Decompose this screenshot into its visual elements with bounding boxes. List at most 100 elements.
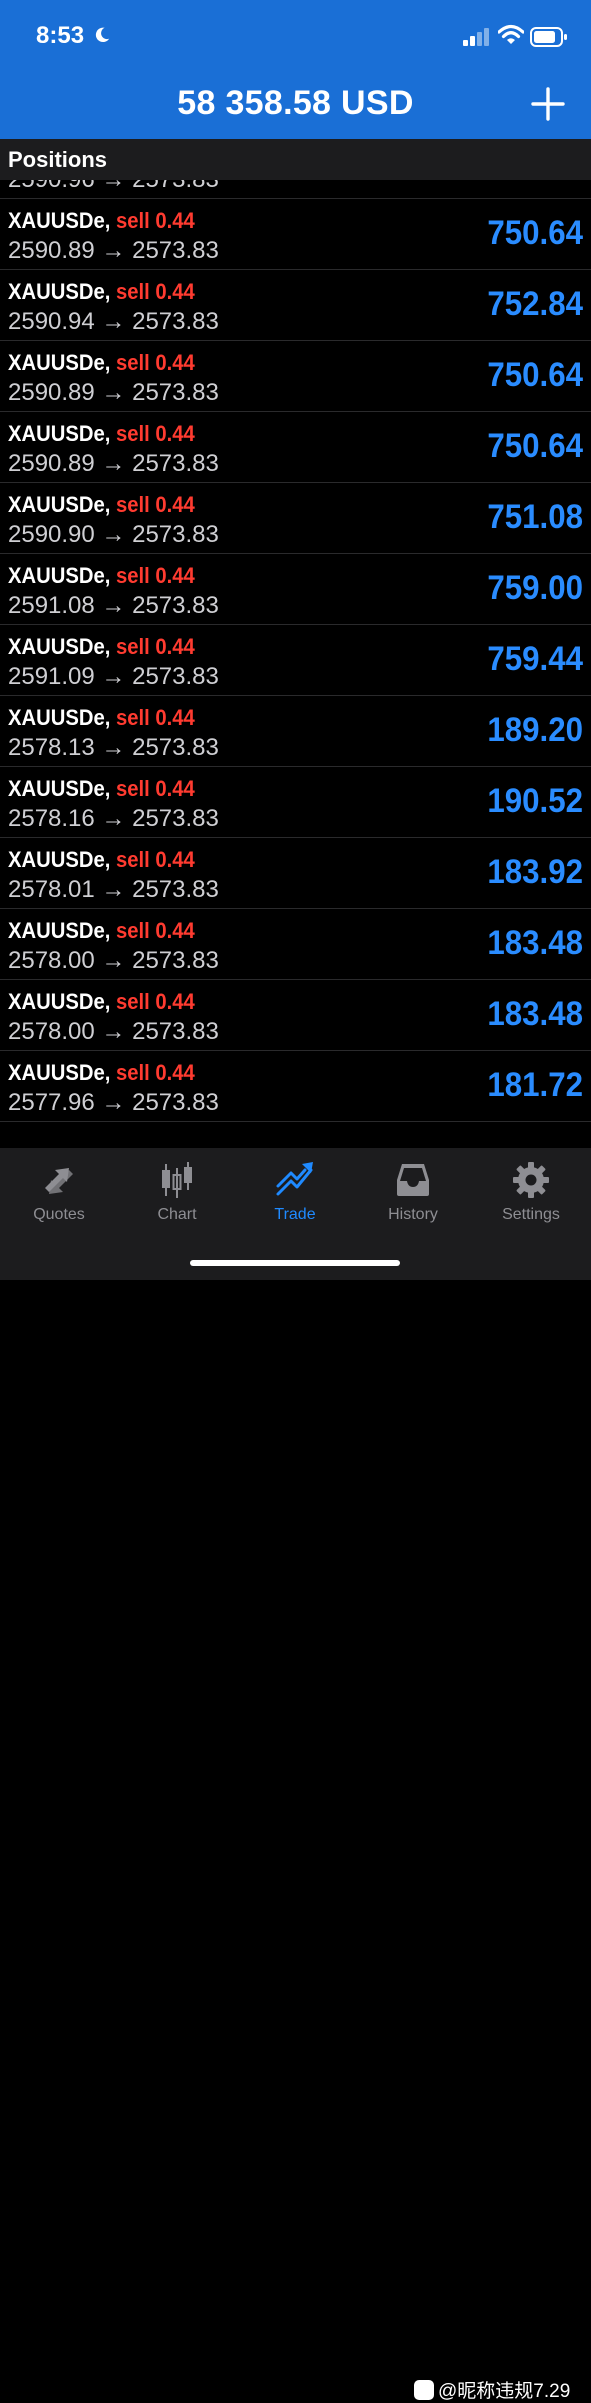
position-side: sell 0.44 <box>115 492 195 517</box>
position-symbol: XAUUSDe, <box>8 918 111 943</box>
position-symbol-line: XAUUSDe, sell 0.44 <box>8 705 195 731</box>
position-side: sell 0.44 <box>115 563 195 588</box>
position-side: sell 0.44 <box>115 989 195 1014</box>
position-prices: 2578.01 → 2573.83 <box>8 876 219 903</box>
watermark-logo-icon <box>414 2379 434 2400</box>
position-symbol-line: XAUUSDe, sell 0.44 <box>8 421 195 447</box>
position-profit: 751.08 <box>487 498 583 536</box>
position-profit: 753.72 <box>487 180 583 182</box>
history-icon <box>397 1164 429 1196</box>
position-prices: 2578.13 → 2573.83 <box>8 734 219 761</box>
position-symbol-line: XAUUSDe, sell 0.44 <box>8 989 195 1015</box>
position-symbol: XAUUSDe, <box>8 421 111 446</box>
position-symbol: XAUUSDe, <box>8 350 111 375</box>
chart-icon <box>162 1162 192 1198</box>
position-side: sell 0.44 <box>115 421 195 446</box>
position-profit: 752.84 <box>487 285 583 323</box>
position-symbol: XAUUSDe, <box>8 1060 111 1085</box>
moon-icon <box>95 27 110 43</box>
position-profit: 189.20 <box>487 711 583 749</box>
position-side: sell 0.44 <box>115 1060 195 1085</box>
position-row[interactable]: XAUUSDe, sell 0.44 2590.90 → 2573.83 751.0… <box>0 483 591 554</box>
watermark-text: @昵称违规7.29 <box>438 2381 571 2402</box>
position-row[interactable]: XAUUSDe, sell 0.44 2590.89 → 2573.83 750.6… <box>0 412 591 483</box>
position-symbol-line: XAUUSDe, sell 0.44 <box>8 776 195 802</box>
position-row[interactable]: XAUUSDe, sell 0.44 2590.89 → 2573.83 750.6… <box>0 341 591 412</box>
position-symbol-line: XAUUSDe, sell 0.44 <box>8 350 195 376</box>
position-profit: 183.48 <box>487 924 583 962</box>
position-prices: 2578.00 → 2573.83 <box>8 1018 219 1045</box>
quotes-icon <box>45 1168 73 1194</box>
position-symbol-line: XAUUSDe, sell 0.44 <box>8 847 195 873</box>
status-time: 8:53 <box>36 22 85 49</box>
position-side: sell 0.44 <box>115 705 195 730</box>
position-prices: 2591.09 → 2573.83 <box>8 663 219 690</box>
position-prices: 2590.94 → 2573.83 <box>8 308 219 335</box>
position-prices: 2578.16 → 2573.83 <box>8 805 219 832</box>
position-prices: 2591.08 → 2573.83 <box>8 592 219 619</box>
position-prices: 2590.89 → 2573.83 <box>8 450 219 477</box>
tab-quotes-label: Quotes <box>33 1206 85 1223</box>
position-symbol: XAUUSDe, <box>8 705 111 730</box>
position-prices: 2578.00 → 2573.83 <box>8 947 219 974</box>
position-symbol: XAUUSDe, <box>8 208 111 233</box>
position-prices: 2577.96 → 2573.83 <box>8 1089 219 1116</box>
tab-history[interactable]: History <box>354 1148 472 1238</box>
position-profit: 183.48 <box>487 995 583 1033</box>
position-row[interactable]: XAUUSDe, sell 0.44 2578.00 → 2573.83 183.4… <box>0 980 591 1051</box>
position-symbol-line: XAUUSDe, sell 0.44 <box>8 208 195 234</box>
tab-bar: Quotes Chart Trade History Settings @昵称违… <box>0 1148 591 2402</box>
position-prices: 2590.89 → 2573.83 <box>8 379 219 406</box>
position-row[interactable]: XAUUSDe, sell 0.44 2578.16 → 2573.83 190.5… <box>0 767 591 838</box>
watermark: @昵称违规7.29 <box>414 2376 570 2403</box>
position-profit: 183.92 <box>487 853 583 891</box>
position-symbol-line: XAUUSDe, sell 0.44 <box>8 918 195 944</box>
position-row[interactable]: XAUUSDe, sell 0.44 2591.08 → 2573.83 759.0… <box>0 554 591 625</box>
position-prices: 2590.90 → 2573.83 <box>8 521 219 548</box>
position-row[interactable]: XAUUSDe, sell 0.44 2578.01 → 2573.83 183.9… <box>0 838 591 909</box>
tab-settings-label: Settings <box>502 1206 560 1223</box>
settings-icon <box>513 1162 549 1198</box>
position-side: sell 0.44 <box>115 634 195 659</box>
trade-icon <box>276 1162 313 1196</box>
position-row[interactable]: XAUUSDe, sell 0.44 2578.00 → 2573.83 183.4… <box>0 909 591 980</box>
position-row[interactable]: XAUUSDe, sell 0.44 2578.13 → 2573.83 189.2… <box>0 696 591 767</box>
position-symbol: XAUUSDe, <box>8 776 111 801</box>
position-row[interactable]: XAUUSDe, sell 0.44 2590.89 → 2573.83 750.6… <box>0 199 591 270</box>
position-symbol-line: XAUUSDe, sell 0.44 <box>8 492 195 518</box>
tab-chart[interactable]: Chart <box>118 1148 236 1238</box>
position-row[interactable]: XAUUSDe, sell 0.44 2591.09 → 2573.83 759.4… <box>0 625 591 696</box>
top-header: 8:53 58 358.58 USD <box>0 0 591 139</box>
tab-settings[interactable]: Settings <box>472 1148 590 1238</box>
position-profit: 181.72 <box>487 1066 583 1104</box>
positions-list[interactable]: XAUUSDe, sell 0.44 2590.96 → 2573.83 753.7… <box>0 180 591 1148</box>
tab-history-label: History <box>388 1206 438 1223</box>
positions-title: Positions <box>8 147 108 172</box>
position-side: sell 0.44 <box>115 350 195 375</box>
signal-icon <box>463 28 489 46</box>
tab-trade[interactable]: Trade <box>236 1148 354 1238</box>
tab-trade-label: Trade <box>274 1206 316 1223</box>
position-symbol: XAUUSDe, <box>8 563 111 588</box>
add-order-button[interactable] <box>530 86 566 122</box>
position-symbol-line: XAUUSDe, sell 0.44 <box>8 1060 195 1086</box>
position-symbol-line: XAUUSDe, sell 0.44 <box>8 279 195 305</box>
battery-icon <box>530 27 567 47</box>
account-balance: 58 358.58 USD <box>177 84 414 122</box>
position-symbol: XAUUSDe, <box>8 492 111 517</box>
position-row[interactable]: XAUUSDe, sell 0.44 2590.94 → 2573.83 752.8… <box>0 270 591 341</box>
position-prices: 2590.96 → 2573.83 <box>8 180 219 194</box>
position-prices: 2590.89 → 2573.83 <box>8 237 219 264</box>
tab-quotes[interactable]: Quotes <box>0 1148 118 1238</box>
position-symbol: XAUUSDe, <box>8 634 111 659</box>
position-row[interactable]: XAUUSDe, sell 0.442590.96 → 2573.83753.7… <box>0 180 591 199</box>
position-row[interactable]: XAUUSDe, sell 0.44 2577.96 → 2573.83 181.7… <box>0 1051 591 1122</box>
position-profit: 190.52 <box>487 782 583 820</box>
position-side: sell 0.44 <box>115 208 195 233</box>
position-symbol: XAUUSDe, <box>8 279 111 304</box>
home-indicator <box>190 1260 400 1266</box>
positions-rows: XAUUSDe, sell 0.44 2590.96 → 2573.83 753.7… <box>0 180 591 1122</box>
position-profit: 750.64 <box>487 214 583 252</box>
position-symbol-line: XAUUSDe, sell 0.44 <box>8 634 195 660</box>
position-profit: 759.44 <box>487 640 583 678</box>
